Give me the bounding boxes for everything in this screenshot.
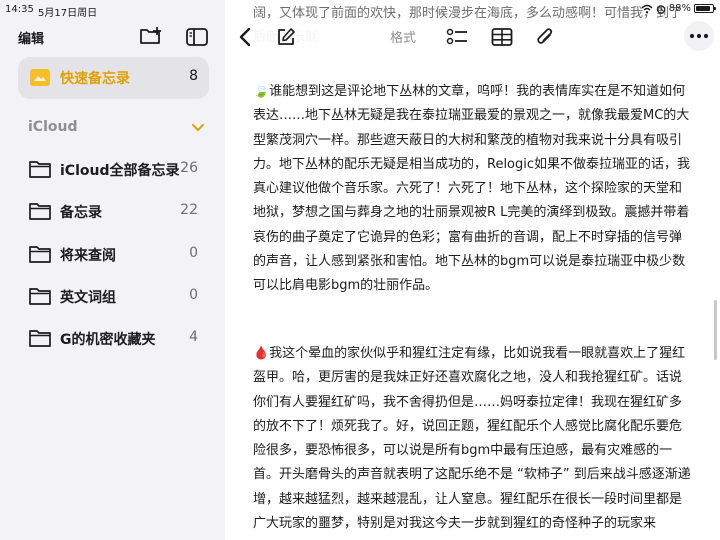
- folder-icon: [28, 201, 52, 221]
- folder-label: 将来查阅: [60, 248, 116, 264]
- scrollbar[interactable]: [714, 300, 717, 360]
- note-editor[interactable]: 阔，又体现了前面的欢快，那时候漫步在海底，多么动感啊！可惜我，到了后面配乐就 🍃…: [253, 0, 691, 540]
- folder-item[interactable]: 英文词组 0: [28, 285, 202, 307]
- folder-label: 英文词组: [60, 290, 116, 306]
- status-date: 5月17日周日: [38, 8, 98, 19]
- folder-item[interactable]: iCloud全部备忘录 26: [28, 158, 202, 180]
- status-bar: 14:35 5月17日周日 88%: [0, 0, 720, 20]
- quick-notes-label: 快速备忘录: [60, 71, 130, 87]
- back-chevron-icon[interactable]: [238, 27, 252, 47]
- folder-count: 4: [189, 329, 198, 345]
- folder-count: 0: [189, 245, 198, 261]
- format-button[interactable]: 格式: [390, 27, 416, 46]
- battery-percent: 88%: [668, 3, 691, 14]
- quick-note-icon: [30, 69, 50, 86]
- battery-icon: [694, 4, 716, 13]
- folder-item[interactable]: G的机密收藏夹 4: [28, 327, 202, 349]
- folder-item[interactable]: 将来查阅 0: [28, 243, 202, 265]
- checklist-icon[interactable]: [446, 27, 468, 47]
- folder-count: 0: [189, 287, 198, 303]
- battery-fill: [696, 6, 710, 11]
- folder-count: 26: [180, 160, 198, 176]
- folder-icon: [28, 328, 52, 348]
- table-icon[interactable]: [491, 27, 513, 47]
- folder-icon: [28, 286, 52, 306]
- folder-label: iCloud全部备忘录: [60, 163, 180, 179]
- edit-button[interactable]: 编辑: [18, 28, 44, 47]
- section-title-icloud[interactable]: iCloud: [28, 119, 77, 135]
- alarm-icon: [656, 4, 666, 14]
- folder-item[interactable]: 备忘录 22: [28, 200, 202, 222]
- note-paragraph[interactable]: 🍃谁能想到这是评论地下丛林的文章，呜呼！我的表情库实在是不知道如何表达……地下丛…: [253, 80, 691, 299]
- folder-icon: [28, 159, 52, 179]
- sidebar-item-quick-notes[interactable]: 快速备忘录 8: [18, 57, 209, 99]
- note-paragraph[interactable]: 🩸我这个晕血的家伙似乎和猩红注定有缘，比如说我看一眼就喜欢上了猩红盔甲。哈，更厉…: [253, 342, 691, 536]
- sidebar: 编辑 快速备忘录 8 iCloud iCloud全部备忘录 26 备忘录 22 …: [0, 0, 225, 540]
- sidebar-toggle-icon[interactable]: [186, 28, 208, 46]
- status-right: 88%: [641, 3, 716, 14]
- new-folder-icon[interactable]: [139, 26, 163, 46]
- wifi-icon: [641, 4, 653, 14]
- more-options-icon[interactable]: [684, 21, 714, 51]
- folder-label: 备忘录: [60, 205, 102, 221]
- paperclip-icon[interactable]: [535, 26, 555, 48]
- folder-icon: [28, 244, 52, 264]
- compose-icon[interactable]: [276, 27, 296, 47]
- folder-label: G的机密收藏夹: [60, 332, 156, 348]
- folder-count: 22: [180, 202, 198, 218]
- chevron-down-icon[interactable]: [191, 122, 205, 134]
- status-time: 14:35: [5, 4, 34, 15]
- quick-notes-count: 8: [189, 68, 198, 84]
